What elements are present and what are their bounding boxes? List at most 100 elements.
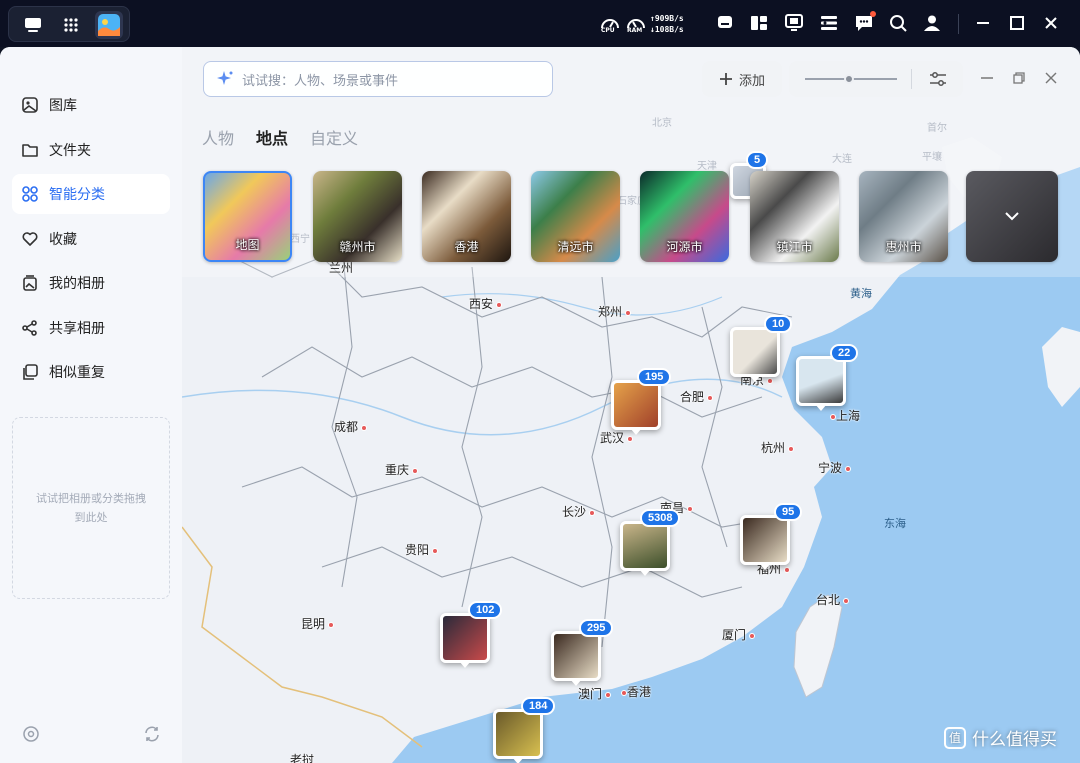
- cluster-count: 195: [637, 368, 672, 386]
- zoom-slider-handle[interactable]: [844, 74, 855, 84]
- photo-cluster[interactable]: 95: [740, 503, 803, 570]
- duplicate-icon: [20, 362, 40, 382]
- map-city: 上海: [827, 407, 860, 424]
- place-card[interactable]: 惠州市: [859, 171, 948, 262]
- cluster-count: 184: [521, 697, 556, 715]
- photo-cluster[interactable]: 195: [611, 368, 672, 435]
- chat-icon[interactable]: [852, 11, 876, 35]
- sidebar-item-label: 共享相册: [49, 320, 105, 336]
- remote-icon[interactable]: [782, 11, 806, 35]
- search-icon[interactable]: [886, 11, 910, 35]
- watermark-logo-icon: 值: [944, 726, 966, 749]
- cluster-thumbnail: [440, 613, 490, 663]
- search-input[interactable]: 试试搜：人物、场景或事件: [203, 61, 553, 97]
- photo-cluster[interactable]: 295: [551, 619, 614, 686]
- gallery-icon: [20, 95, 40, 115]
- tab-people[interactable]: 人物: [202, 125, 234, 149]
- tray-icon[interactable]: [713, 11, 737, 35]
- sidebar-item-shared-albums[interactable]: 共享相册: [12, 308, 170, 348]
- sidebar-item-gallery[interactable]: 图库: [12, 85, 170, 125]
- divider: [958, 14, 959, 34]
- photos-app-icon[interactable]: [95, 11, 123, 39]
- system-taskbar: CPU RAM ↑909B/s ↓108B/s: [0, 0, 1080, 47]
- window-minimize-icon[interactable]: [977, 68, 997, 88]
- place-card[interactable]: 赣州市: [313, 171, 402, 262]
- sidebar-item-favorites[interactable]: 收藏: [12, 219, 170, 259]
- add-button[interactable]: 添加: [702, 61, 782, 97]
- map-view[interactable]: 北京 天津 大连 平壤 首尔 石家庄 西宁 兰州 西安 郑州 合肥 南京 上海 …: [182, 47, 1080, 763]
- photo-cluster[interactable]: 5308: [620, 509, 681, 576]
- chevron-down-icon: [1003, 207, 1021, 229]
- minimize-icon[interactable]: [971, 11, 995, 35]
- cluster-pointer: [815, 404, 827, 411]
- map-label-tianjin: 天津: [697, 161, 717, 172]
- map-city: 宁波: [818, 459, 852, 476]
- map-city: 成都: [334, 418, 368, 435]
- cluster-count: 95: [774, 503, 803, 521]
- sidebar-item-duplicates[interactable]: 相似重复: [12, 352, 170, 392]
- cluster-count: 295: [579, 619, 614, 637]
- sidebar-item-my-albums[interactable]: 我的相册: [12, 263, 170, 303]
- app-dock: [8, 6, 130, 42]
- apps-grid-icon[interactable]: [57, 11, 85, 39]
- cpu-label: CPU: [601, 27, 615, 34]
- photos-window: 图库 文件夹 智能分类 收藏 我的相册 共享相册 相似重复 试试把相册或分类拖拽…: [0, 47, 1080, 763]
- monitor-icon[interactable]: [19, 11, 47, 39]
- window-close-icon[interactable]: [1041, 68, 1061, 88]
- place-card[interactable]: 河源市: [640, 171, 729, 262]
- map-sea-label: 东海: [884, 517, 906, 530]
- sidebar-item-label: 图库: [49, 97, 77, 113]
- album-dropzone[interactable]: 试试把相册或分类拖拽到此处: [12, 417, 170, 599]
- widgets-icon[interactable]: [747, 11, 771, 35]
- map-city: 厦门: [722, 626, 756, 643]
- cluster-pointer: [759, 563, 771, 570]
- search-placeholder: 试试搜：人物、场景或事件: [242, 73, 399, 89]
- user-icon[interactable]: [920, 11, 944, 35]
- divider: [911, 69, 912, 89]
- notification-dot: [870, 11, 876, 17]
- cluster-thumbnail: [551, 631, 601, 681]
- network-speed: ↑909B/s ↓108B/s: [650, 13, 684, 35]
- album-icon: [20, 273, 40, 293]
- photo-cluster[interactable]: 10: [730, 315, 793, 382]
- cluster-count: 5: [746, 151, 769, 169]
- sidebar-item-folder[interactable]: 文件夹: [12, 130, 170, 170]
- folder-icon: [20, 140, 40, 160]
- maximize-icon[interactable]: [1005, 11, 1029, 35]
- net-download: ↓108B/s: [650, 25, 684, 34]
- cluster-pointer: [749, 375, 761, 382]
- map-city: 重庆: [385, 461, 419, 478]
- cluster-thumbnail: [620, 521, 670, 571]
- close-icon[interactable]: [1039, 11, 1063, 35]
- cluster-pointer: [630, 428, 642, 435]
- tab-custom[interactable]: 自定义: [310, 125, 358, 149]
- map-label-laos: 老挝: [290, 753, 315, 763]
- window-restore-icon[interactable]: [1009, 68, 1029, 88]
- sync-icon[interactable]: [141, 723, 163, 745]
- tab-places[interactable]: 地点: [256, 125, 288, 149]
- map-city: 西安: [469, 295, 503, 312]
- photo-cluster[interactable]: 22: [796, 344, 859, 411]
- panel-icon[interactable]: [817, 11, 841, 35]
- cluster-pointer: [570, 679, 582, 686]
- more-places-button[interactable]: [966, 171, 1058, 262]
- cluster-thumbnail: [730, 327, 780, 377]
- sidebar-item-smart-category[interactable]: 智能分类: [12, 174, 170, 214]
- place-card-label: 清远市: [557, 240, 594, 254]
- place-card[interactable]: 香港: [422, 171, 511, 262]
- place-card-label: 镇江市: [776, 240, 813, 254]
- photo-cluster[interactable]: 102: [440, 601, 503, 668]
- place-card[interactable]: 镇江市: [750, 171, 839, 262]
- place-card-map[interactable]: 地图: [203, 171, 292, 262]
- settings-icon[interactable]: [20, 723, 42, 745]
- smart-category-icon: [20, 184, 40, 204]
- map-sea-label: 黄海: [850, 287, 872, 300]
- place-card[interactable]: 清远市: [531, 171, 620, 262]
- filter-settings-icon[interactable]: [929, 70, 947, 88]
- heart-icon: [20, 229, 40, 249]
- cluster-thumbnail: [493, 709, 543, 759]
- photo-cluster[interactable]: 184: [493, 697, 556, 763]
- share-icon: [20, 318, 40, 338]
- sidebar: 图库 文件夹 智能分类 收藏 我的相册 共享相册 相似重复 试试把相册或分类拖拽…: [0, 47, 182, 763]
- map-city: 澳门: [578, 685, 612, 702]
